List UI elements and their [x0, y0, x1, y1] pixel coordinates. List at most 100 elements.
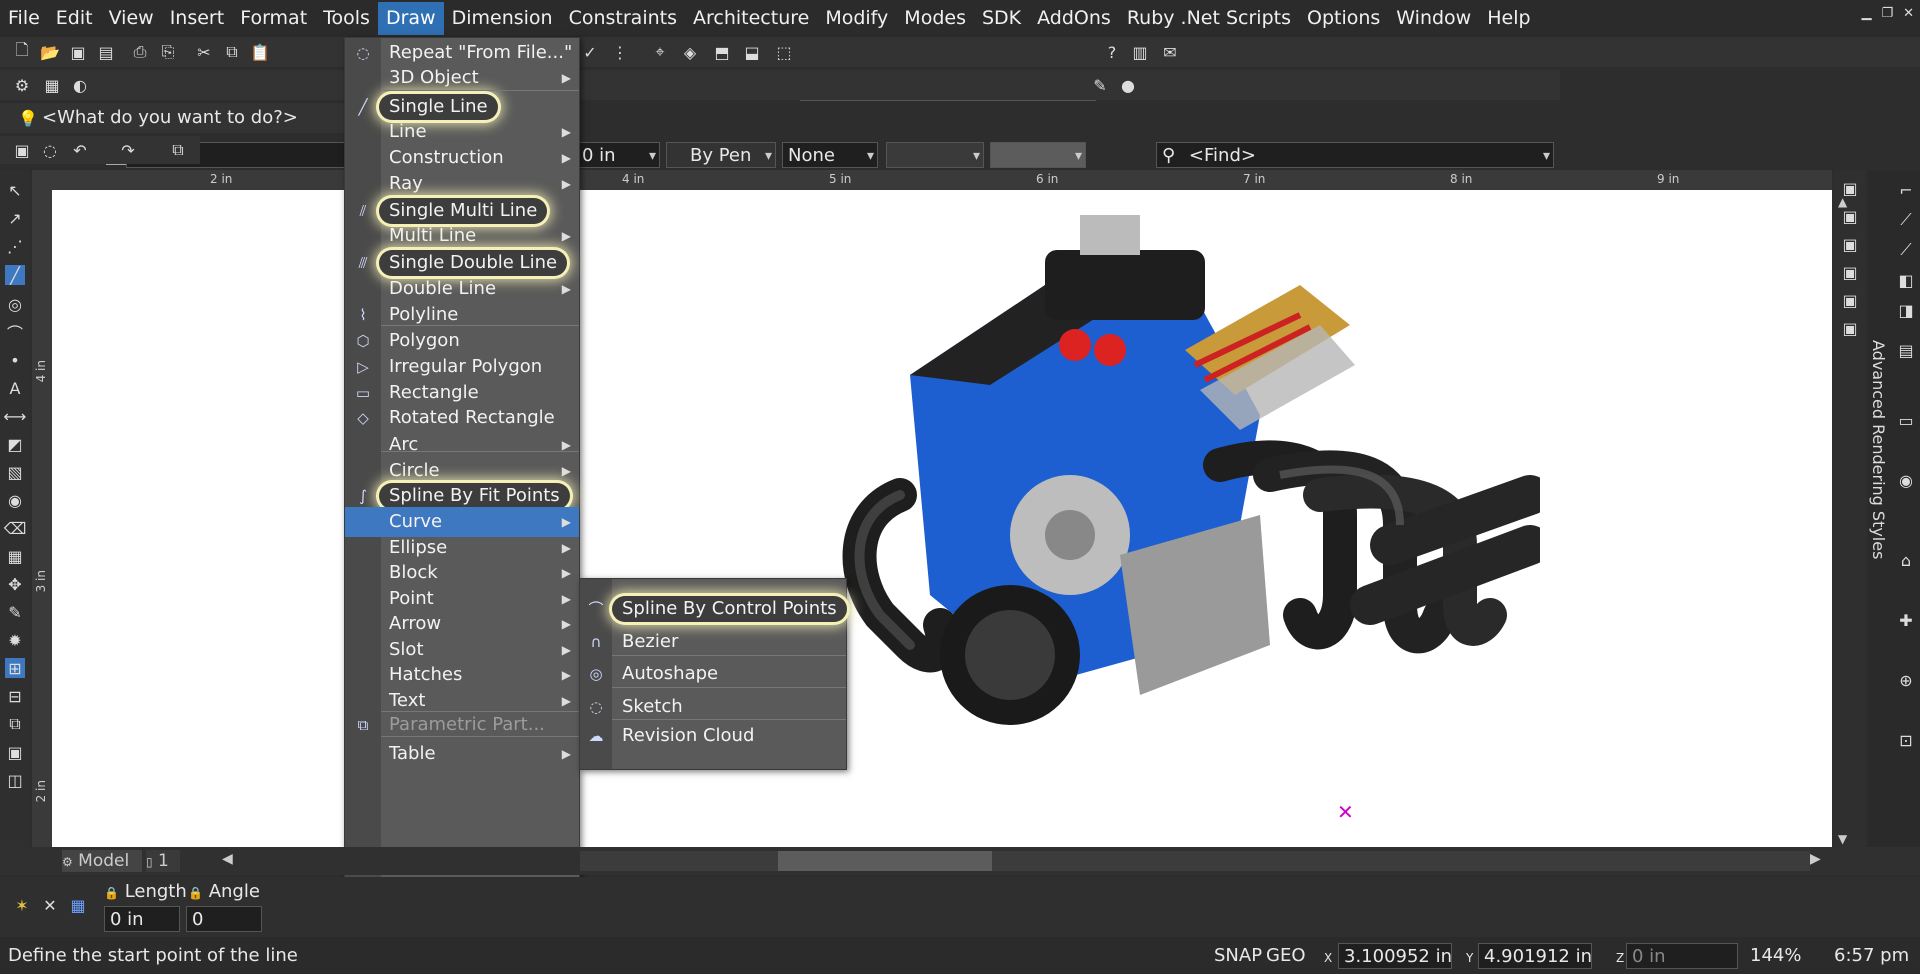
close-icon[interactable]: ✕: [1903, 6, 1914, 21]
menu-sdk[interactable]: SDK: [974, 2, 1029, 35]
save-icon[interactable]: ▣: [68, 42, 88, 62]
tool-icon-l[interactable]: ⊡: [1896, 730, 1916, 750]
properties-icon[interactable]: ⬓: [742, 42, 762, 62]
panel-icon-6[interactable]: ▣: [1840, 318, 1860, 338]
y-coordinate-field[interactable]: 4.901912 in: [1478, 943, 1592, 969]
line-tool-icon[interactable]: ╱: [5, 265, 25, 285]
menu-edit[interactable]: Edit: [48, 2, 101, 35]
book-icon[interactable]: ▥: [1130, 42, 1150, 62]
menu-constraints[interactable]: Constraints: [561, 2, 685, 35]
scroll-up-icon[interactable]: ▲: [1838, 195, 1847, 209]
lasso-icon[interactable]: ◌: [40, 140, 60, 160]
curve-menu-item-spline-by-control-points[interactable]: ⌒ Spline By Control Points: [580, 594, 847, 624]
curve-menu-item-sketch[interactable]: ◌ Sketch: [580, 692, 846, 722]
menu-draw[interactable]: Draw: [377, 2, 444, 35]
tab-model[interactable]: ⚙ Model: [62, 850, 142, 872]
tool-icon-c[interactable]: ⟋: [1896, 240, 1916, 260]
menu-modes[interactable]: Modes: [896, 2, 974, 35]
curve-menu-item-autoshape[interactable]: ◎ Autoshape: [580, 659, 846, 689]
menu-help[interactable]: Help: [1479, 2, 1538, 35]
menu-view[interactable]: View: [101, 2, 162, 35]
open-folder-icon[interactable]: 📂: [40, 42, 60, 62]
snapshot-icon[interactable]: ◫: [5, 770, 25, 790]
restore-icon[interactable]: ❐: [1881, 6, 1893, 21]
horizontal-scrollbar[interactable]: [580, 851, 1810, 871]
new-file-icon[interactable]: 🗋: [12, 40, 32, 62]
dot-tool-icon[interactable]: •: [5, 350, 25, 370]
print-preview-icon[interactable]: ⎘: [158, 42, 178, 62]
camera-icon[interactable]: ▣: [5, 742, 25, 762]
tool-palette-icon[interactable]: ⬚: [774, 42, 794, 62]
panel-icon-2[interactable]: ▣: [1840, 206, 1860, 226]
help-pointer-icon[interactable]: ?: [1102, 42, 1122, 62]
copy-tool-icon[interactable]: ⧉: [5, 714, 25, 734]
tool-icon-d[interactable]: ◧: [1896, 270, 1916, 290]
draw-menu-item-rotated-rectangle[interactable]: ◇ Rotated Rectangle: [345, 403, 579, 433]
panel-icon-3[interactable]: ▣: [1840, 234, 1860, 254]
menu-file[interactable]: File: [0, 2, 48, 35]
undo-icon[interactable]: ↶: [70, 140, 90, 160]
email-icon[interactable]: ✉: [1160, 42, 1180, 62]
pattern-dropdown[interactable]: None: [782, 142, 878, 168]
menu-window[interactable]: Window: [1388, 2, 1479, 35]
minimize-icon[interactable]: ▁: [1861, 6, 1871, 21]
engine-3d-model[interactable]: [840, 215, 1540, 745]
explorer-icon[interactable]: ⬒: [712, 42, 732, 62]
draw-menu-item-multi-line[interactable]: Multi Line ▶: [345, 221, 579, 251]
menu-modify[interactable]: Modify: [817, 2, 896, 35]
pencil-tool-icon[interactable]: ✎: [5, 602, 25, 622]
length-field[interactable]: 0 in: [104, 906, 180, 932]
panel-icon-5[interactable]: ▣: [1840, 290, 1860, 310]
angle-field[interactable]: 0: [186, 906, 262, 932]
tool-icon-g[interactable]: ▭: [1896, 410, 1916, 430]
edit-handle-icon[interactable]: ↗: [5, 208, 25, 228]
paste-icon[interactable]: 📋: [250, 42, 270, 62]
arc-tool-icon[interactable]: ⌒: [5, 322, 25, 343]
tab-layout[interactable]: ▯ 1: [146, 850, 180, 872]
menu-addons[interactable]: AddOns: [1029, 2, 1119, 35]
pen-dropdown[interactable]: By Pen: [666, 142, 776, 168]
calculator-icon[interactable]: ▦: [68, 895, 88, 915]
select-arrow-icon[interactable]: ↖: [5, 180, 25, 200]
zoom-window-icon[interactable]: ⊞: [5, 658, 25, 678]
tool-icon-f[interactable]: ▤: [1896, 340, 1916, 360]
tool-icon-a[interactable]: ⌐: [1896, 180, 1916, 200]
z-coordinate-field[interactable]: 0 in: [1626, 943, 1738, 969]
layer-visibility-icon[interactable]: ◐: [70, 75, 90, 95]
horizontal-scroll-thumb[interactable]: [778, 851, 992, 871]
text-tool-icon[interactable]: A: [5, 378, 25, 398]
layers-icon[interactable]: ◈: [680, 42, 700, 62]
settings-tool-icon[interactable]: ✹: [5, 630, 25, 650]
pencil-icon[interactable]: ✎: [1090, 75, 1110, 95]
clipboard-icon[interactable]: ⧉: [168, 140, 188, 160]
copy-icon[interactable]: ⧉: [222, 42, 242, 62]
line-width-dropdown[interactable]: 0 in: [576, 142, 660, 168]
eraser-icon[interactable]: ⌫: [4, 518, 27, 538]
x-coordinate-field[interactable]: 3.100952 in: [1338, 943, 1452, 969]
draw-menu-item-table[interactable]: Table ▶: [345, 739, 579, 769]
menu-dimension[interactable]: Dimension: [444, 2, 561, 35]
panel-icon-4[interactable]: ▣: [1840, 262, 1860, 282]
tool-icon-h[interactable]: ◉: [1896, 470, 1916, 490]
menu-format[interactable]: Format: [232, 2, 315, 35]
advanced-rendering-styles-tab[interactable]: Advanced Rendering Styles: [1858, 340, 1888, 560]
move-icon[interactable]: ✥: [5, 574, 25, 594]
curve-menu-item-revision-cloud[interactable]: ☁ Revision Cloud: [580, 721, 846, 751]
layer-manager-icon[interactable]: ▦: [42, 75, 62, 95]
menu-tools[interactable]: Tools: [315, 2, 378, 35]
grid-icon[interactable]: ⋮: [610, 42, 630, 62]
menu-ruby-net-scripts[interactable]: Ruby .Net Scripts: [1119, 2, 1299, 35]
menu-architecture[interactable]: Architecture: [685, 2, 817, 35]
wand-icon[interactable]: ✶: [12, 895, 32, 915]
cut-icon[interactable]: ✂: [194, 42, 214, 62]
curve-menu-item-bezier[interactable]: ∩ Bezier: [580, 627, 846, 657]
tool-icon-i[interactable]: ⌂: [1896, 550, 1916, 570]
snap-icon[interactable]: ⌖: [650, 42, 670, 62]
fill-dropdown[interactable]: [886, 142, 984, 168]
cancel-icon[interactable]: ✕: [40, 895, 60, 915]
snap-toggle[interactable]: SNAP: [1214, 945, 1262, 966]
grid-tool-icon[interactable]: ▦: [5, 546, 25, 566]
scroll-right-icon[interactable]: ▶: [1810, 851, 1821, 867]
shape-tool-icon[interactable]: ◩: [5, 434, 25, 454]
eye-icon[interactable]: ◉: [5, 490, 25, 510]
